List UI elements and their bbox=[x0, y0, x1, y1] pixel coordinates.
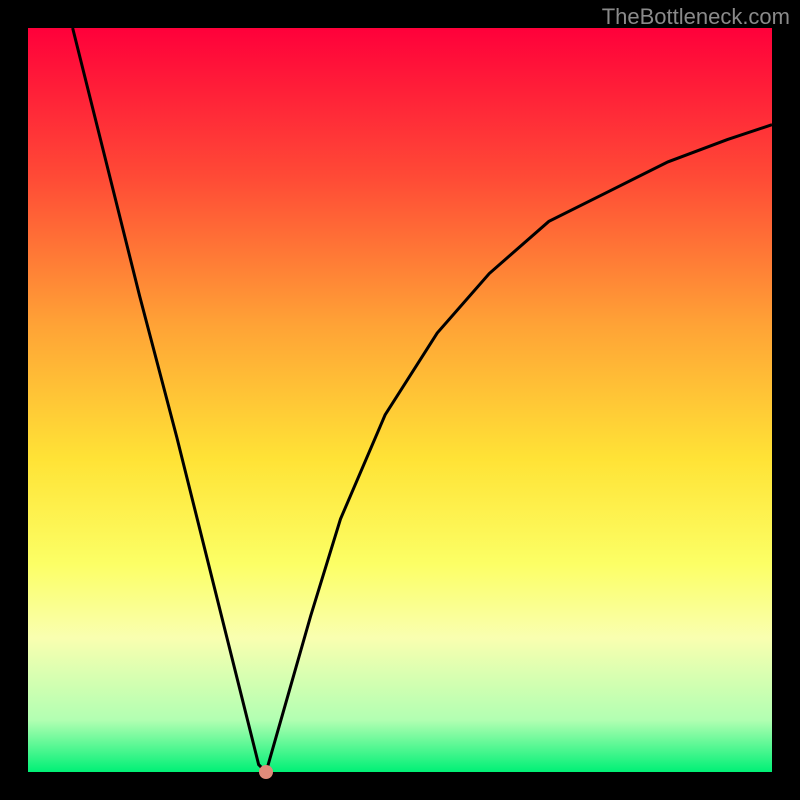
chart-plot-area bbox=[28, 28, 772, 772]
watermark-text: TheBottleneck.com bbox=[602, 4, 790, 30]
optimal-point-marker bbox=[259, 765, 273, 779]
bottleneck-curve bbox=[28, 28, 772, 772]
